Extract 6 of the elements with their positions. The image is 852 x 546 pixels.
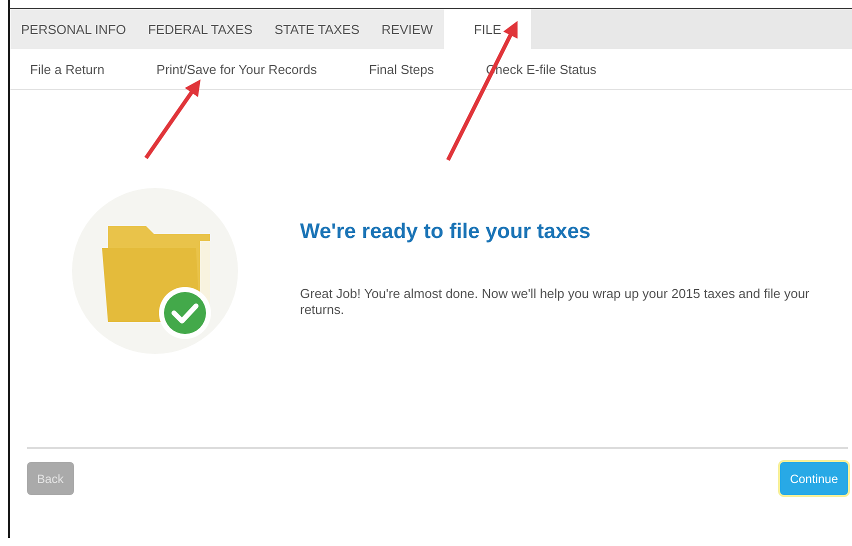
tab[interactable]: FILE: [444, 9, 532, 49]
page-heading: We're ready to file your taxes: [300, 220, 592, 244]
message-text: Great Job! You're almost done. Now we'll help you wrap up your 2015 taxes and file your returns.: [300, 286, 810, 318]
subnav-link[interactable]: Final Steps: [368, 62, 434, 76]
subnav-link[interactable]: File a Return: [30, 62, 104, 76]
subnav-link[interactable]: Print/Save for Your Records: [156, 62, 317, 76]
